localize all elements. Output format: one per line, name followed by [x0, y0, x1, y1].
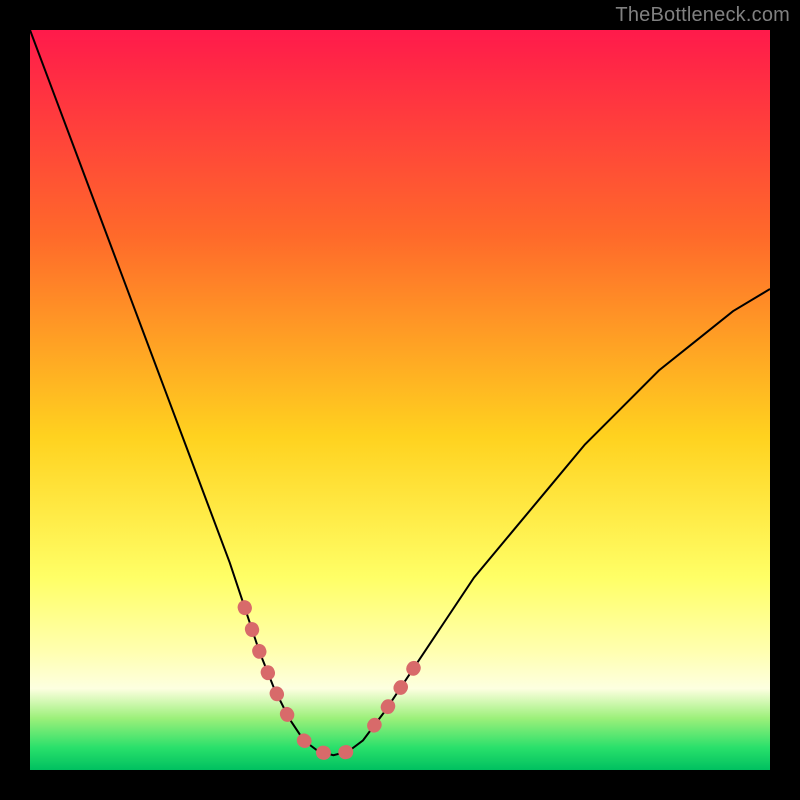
gradient-background: [30, 30, 770, 770]
watermark-label: TheBottleneck.com: [615, 4, 790, 27]
chart-stage: TheBottleneck.com: [0, 0, 800, 800]
plot-area: [30, 30, 770, 770]
plot-svg: [30, 30, 770, 770]
